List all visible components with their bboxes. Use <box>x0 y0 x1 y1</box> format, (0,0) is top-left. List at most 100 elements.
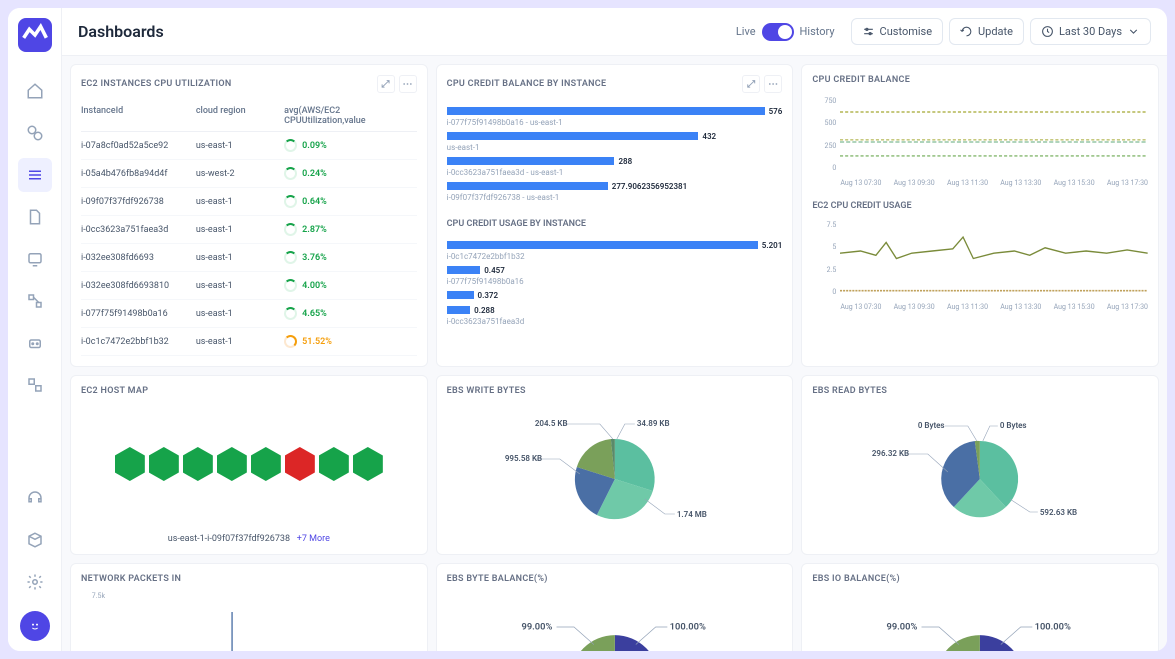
card-title-text: EC2 INSTANCES CPU UTILIZATION <box>81 79 232 89</box>
app-root: Dashboards Live History Customise Update… <box>8 8 1167 651</box>
table-header: InstanceId cloud region avg(AWS/EC2 CPUU… <box>81 101 417 132</box>
host-hex[interactable] <box>353 447 383 481</box>
more-hosts-link[interactable]: +7 More <box>297 534 330 544</box>
nav-grid-icon[interactable] <box>18 368 52 402</box>
customise-button[interactable]: Customise <box>851 18 944 45</box>
table-row[interactable]: i-032ee308fd6693us-east-13.76% <box>81 244 417 272</box>
card-title-text: EBS BYTE BALANCE(%) <box>447 574 548 584</box>
dashboard-grid: EC2 INSTANCES CPU UTILIZATION ⤢⋯ Instanc… <box>62 56 1167 651</box>
nav-monitor-icon[interactable] <box>18 242 52 276</box>
cpu-table: InstanceId cloud region avg(AWS/EC2 CPUU… <box>81 101 417 356</box>
expand-icon[interactable]: ⤢ <box>377 75 395 93</box>
hex-grid <box>81 404 417 524</box>
instance-id: i-032ee308fd6693810 <box>81 281 196 291</box>
table-row[interactable]: i-05a4b476fb8a94d4fus-west-20.24% <box>81 160 417 188</box>
bar-row: 432us-east-1 <box>447 130 783 152</box>
instance-id: i-05a4b476fb8a94d4f <box>81 169 196 179</box>
card-ebs-read: EBS READ BYTES 0 Bytes 0 Bytes 296.32 KB… <box>801 375 1159 555</box>
table-row[interactable]: i-0c1c7472e2bbf1b32us-east-151.52% <box>81 328 417 356</box>
nav-dashboard-icon[interactable] <box>18 158 52 192</box>
col-util[interactable]: avg(AWS/EC2 CPUUtilization,value <box>284 106 417 126</box>
region: us-east-1 <box>196 309 284 319</box>
table-row[interactable]: i-0cc3623a751faea3dus-east-12.87% <box>81 216 417 244</box>
svg-text:204.5 KB: 204.5 KB <box>534 419 567 428</box>
svg-text:296.32 KB: 296.32 KB <box>872 449 909 458</box>
nav-file-icon[interactable] <box>18 200 52 234</box>
utilization: 4.00% <box>284 279 417 292</box>
region: us-east-1 <box>196 141 284 151</box>
region: us-east-1 <box>196 197 284 207</box>
instance-id: i-0c1c7472e2bbf1b32 <box>81 337 196 347</box>
svg-text:100.00%: 100.00% <box>669 621 705 632</box>
utilization: 4.65% <box>284 307 417 320</box>
nav-settings-icon[interactable] <box>18 565 52 599</box>
host-hex[interactable] <box>183 447 213 481</box>
toggle-switch[interactable] <box>762 23 794 41</box>
card-credit-bars: CPU CREDIT BALANCE BY INSTANCE ⤢⋯ 576i-0… <box>436 64 794 367</box>
nav-home-icon[interactable] <box>18 74 52 108</box>
host-hex[interactable] <box>217 447 247 481</box>
col-instance[interactable]: InstanceId <box>81 106 196 126</box>
bar-row: 5.201i-0c1c7472e2bbf1b32 <box>447 239 783 261</box>
update-button[interactable]: Update <box>949 18 1024 45</box>
live-history-toggle[interactable]: Live History <box>736 23 835 41</box>
page-title: Dashboards <box>78 22 736 41</box>
nav-support-icon[interactable] <box>18 481 52 515</box>
sidebar <box>8 8 62 651</box>
host-hex[interactable] <box>319 447 349 481</box>
card-credit-lines: CPU CREDIT BALANCE 7505002500 Aug 13 07:… <box>801 64 1159 367</box>
utilization: 0.09% <box>284 139 417 152</box>
host-hex-alert[interactable] <box>285 447 315 481</box>
user-avatar[interactable] <box>20 611 50 641</box>
card-title-text: CPU CREDIT BALANCE <box>812 75 910 85</box>
bar-row: 277.9062356952381i-09f07f37fdf926738 - u… <box>447 180 783 202</box>
svg-text:99.00%: 99.00% <box>521 621 552 632</box>
nav-box-icon[interactable] <box>18 523 52 557</box>
card-title-text: CPU CREDIT BALANCE BY INSTANCE <box>447 79 607 89</box>
table-row[interactable]: i-032ee308fd6693810us-east-14.00% <box>81 272 417 300</box>
byte-balance-pie: 99.00% 100.00% <box>447 592 783 651</box>
card-title-text: EC2 HOST MAP <box>81 386 148 396</box>
table-row[interactable]: i-09f07f37fdf926738us-east-10.64% <box>81 188 417 216</box>
svg-text:995.58 KB: 995.58 KB <box>504 454 541 463</box>
card-title-text: EBS IO BALANCE(%) <box>812 574 900 584</box>
utilization: 0.64% <box>284 195 417 208</box>
expand-icon[interactable]: ⤢ <box>742 75 760 93</box>
subtitle-usage: CPU CREDIT USAGE BY INSTANCE <box>447 219 783 229</box>
ebs-write-pie: 204.5 KB 34.89 KB 995.58 KB 1.74 MB <box>447 404 783 544</box>
host-hex[interactable] <box>251 447 281 481</box>
svg-text:99.00%: 99.00% <box>887 621 918 632</box>
table-row[interactable]: i-07a8cf0ad52a5ce92us-east-10.09% <box>81 132 417 160</box>
utilization: 0.24% <box>284 167 417 180</box>
svg-text:1.74 MB: 1.74 MB <box>676 510 706 519</box>
instance-id: i-09f07f37fdf926738 <box>81 197 196 207</box>
card-ebs-write: EBS WRITE BYTES 204.5 KB 34.89 KB 995.58… <box>436 375 794 555</box>
host-hex[interactable] <box>149 447 179 481</box>
more-icon[interactable]: ⋯ <box>764 75 782 93</box>
date-range-button[interactable]: Last 30 Days <box>1030 18 1151 45</box>
bar-row: 576i-077f75f91498b0a16 - us-east-1 <box>447 105 783 127</box>
network-chart: 7.5k5k <box>81 592 417 651</box>
svg-text:592.63 KB: 592.63 KB <box>1040 508 1077 517</box>
col-region[interactable]: cloud region <box>196 106 284 126</box>
card-ebs-byte-balance: EBS BYTE BALANCE(%) 99.00% 100.00% <box>436 563 794 651</box>
region: us-east-1 <box>196 281 284 291</box>
svg-text:34.89 KB: 34.89 KB <box>636 419 669 428</box>
nav-stack-icon[interactable] <box>18 116 52 150</box>
region: us-east-1 <box>196 337 284 347</box>
utilization: 51.52% <box>284 335 417 348</box>
subtitle-usage-line: EC2 CPU CREDIT USAGE <box>812 201 1148 211</box>
card-title-text: NETWORK PACKETS IN <box>81 574 181 584</box>
region: us-west-2 <box>196 169 284 179</box>
app-logo[interactable] <box>18 18 52 52</box>
svg-text:0 Bytes: 0 Bytes <box>1000 421 1027 430</box>
nav-bot-icon[interactable] <box>18 326 52 360</box>
host-label: us-east-1-i-09f07f37fdf926738 +7 More <box>81 534 417 544</box>
svg-text:100.00%: 100.00% <box>1035 621 1071 632</box>
host-hex[interactable] <box>115 447 145 481</box>
more-icon[interactable]: ⋯ <box>399 75 417 93</box>
history-label: History <box>800 25 835 38</box>
table-row[interactable]: i-077f75f91498b0a16us-east-14.65% <box>81 300 417 328</box>
card-title-text: EBS WRITE BYTES <box>447 386 526 396</box>
nav-flow-icon[interactable] <box>18 284 52 318</box>
